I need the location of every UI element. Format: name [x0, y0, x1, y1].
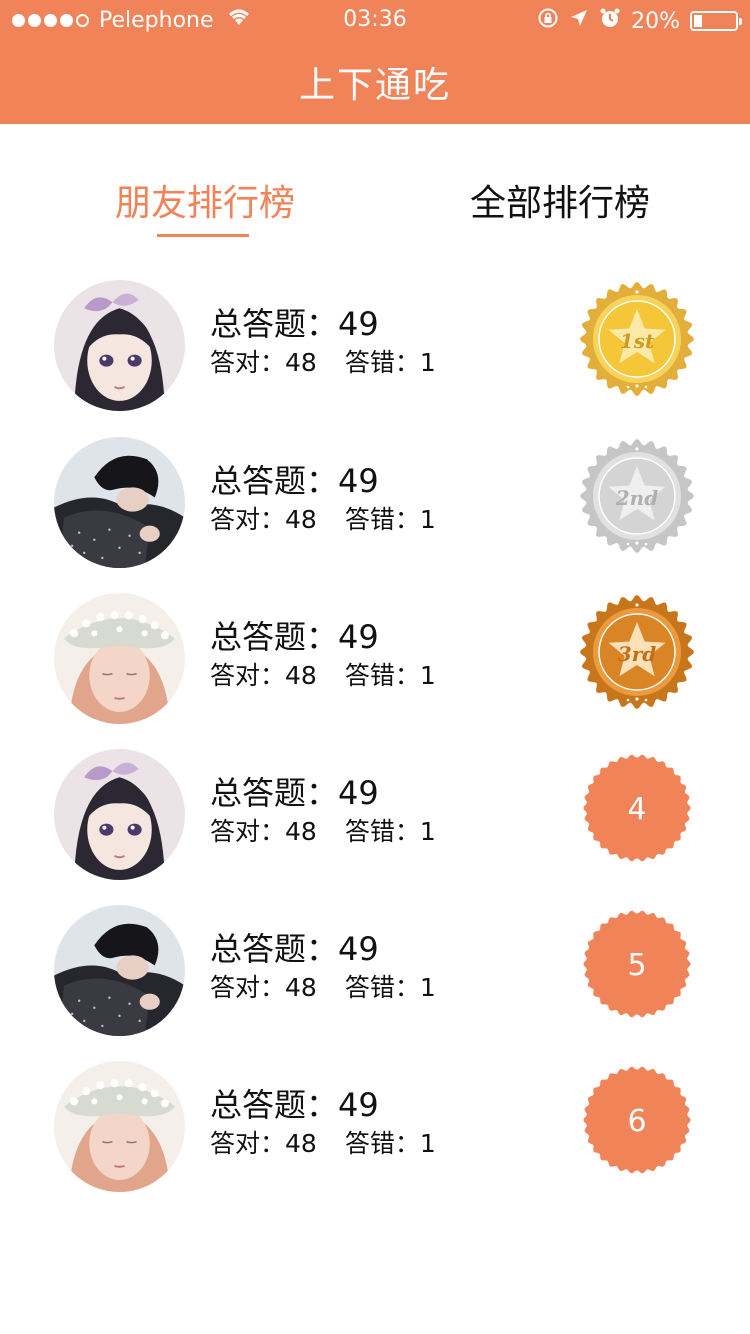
- correct-count: 答对：48: [210, 505, 317, 534]
- battery-icon: [690, 11, 742, 31]
- status-bar: Pelephone 03:36 20%: [0, 0, 750, 40]
- answer-stats: 总答题：49 答对：48 答错：1: [210, 929, 436, 1005]
- correct-wrong-detail: 答对：48 答错：1: [210, 346, 436, 380]
- svg-text:6: 6: [627, 1104, 646, 1139]
- rank-number-badge: 6: [578, 1061, 696, 1179]
- wrong-count: 答错：1: [344, 505, 436, 534]
- avatar[interactable]: [54, 437, 185, 568]
- medal-rank-text: 1st: [620, 329, 655, 353]
- alarm-icon: [599, 7, 621, 35]
- avatar[interactable]: [54, 1061, 185, 1192]
- correct-wrong-detail: 答对：48 答错：1: [210, 503, 436, 537]
- medal-rank-text: 2nd: [615, 486, 658, 510]
- correct-wrong-detail: 答对：48 答错：1: [210, 815, 436, 849]
- ranking-tabs: 朋友排行榜 全部排行榜: [0, 124, 750, 244]
- ranking-row[interactable]: 总答题：49 答对：48 答错：1 1st: [0, 274, 750, 414]
- rotation-lock-icon: [537, 7, 559, 35]
- svg-text:4: 4: [627, 792, 646, 827]
- location-arrow-icon: [569, 8, 589, 34]
- correct-wrong-detail: 答对：48 答错：1: [210, 1127, 436, 1161]
- rank-number-badge: 4: [578, 749, 696, 867]
- ranking-row[interactable]: 总答题：49 答对：48 答错：1 4: [0, 743, 750, 883]
- answer-stats: 总答题：49 答对：48 答错：1: [210, 304, 436, 380]
- answer-stats: 总答题：49 答对：48 答错：1: [210, 617, 436, 693]
- total-answered: 总答题：49: [210, 774, 379, 812]
- avatar[interactable]: [54, 905, 185, 1036]
- app-header: Pelephone 03:36 20% 上下通吃: [0, 0, 750, 124]
- avatar[interactable]: [54, 749, 185, 880]
- ranking-row[interactable]: 总答题：49 答对：48 答错：1 6: [0, 1055, 750, 1195]
- page-title: 上下通吃: [298, 65, 451, 106]
- wrong-count: 答错：1: [344, 973, 436, 1002]
- wrong-count: 答错：1: [344, 661, 436, 690]
- answer-stats: 总答题：49 答对：48 答错：1: [210, 461, 436, 537]
- answer-stats: 总答题：49 答对：48 答错：1: [210, 1085, 436, 1161]
- active-tab-indicator: [157, 234, 249, 237]
- total-answered: 总答题：49: [210, 462, 379, 500]
- total-answered: 总答题：49: [210, 305, 379, 343]
- tab-all-ranking[interactable]: 全部排行榜: [430, 174, 690, 226]
- rank-number-badge: 5: [578, 905, 696, 1023]
- answer-stats: 总答题：49 答对：48 答错：1: [210, 773, 436, 849]
- total-answered: 总答题：49: [210, 618, 379, 656]
- tab-friends-ranking[interactable]: 朋友排行榜: [75, 174, 335, 226]
- avatar[interactable]: [54, 593, 185, 724]
- svg-text:5: 5: [627, 948, 646, 983]
- correct-count: 答对：48: [210, 661, 317, 690]
- total-answered: 总答题：49: [210, 1086, 379, 1124]
- correct-wrong-detail: 答对：48 答错：1: [210, 659, 436, 693]
- correct-count: 答对：48: [210, 348, 317, 377]
- wrong-count: 答错：1: [344, 1129, 436, 1158]
- bronze-medal-icon: 3rd: [578, 593, 696, 711]
- ranking-row[interactable]: 总答题：49 答对：48 答错：1 3rd: [0, 587, 750, 727]
- correct-count: 答对：48: [210, 817, 317, 846]
- wrong-count: 答错：1: [344, 348, 436, 377]
- avatar[interactable]: [54, 280, 185, 411]
- medal-rank-text: 3rd: [618, 642, 656, 666]
- ranking-row[interactable]: 总答题：49 答对：48 答错：1 2nd: [0, 431, 750, 571]
- correct-count: 答对：48: [210, 973, 317, 1002]
- wrong-count: 答错：1: [344, 817, 436, 846]
- battery-percent: 20%: [631, 8, 680, 34]
- gold-medal-icon: 1st: [578, 280, 696, 398]
- total-answered: 总答题：49: [210, 930, 379, 968]
- silver-medal-icon: 2nd: [578, 437, 696, 555]
- ranking-row[interactable]: 总答题：49 答对：48 答错：1 5: [0, 899, 750, 1039]
- correct-count: 答对：48: [210, 1129, 317, 1158]
- correct-wrong-detail: 答对：48 答错：1: [210, 971, 436, 1005]
